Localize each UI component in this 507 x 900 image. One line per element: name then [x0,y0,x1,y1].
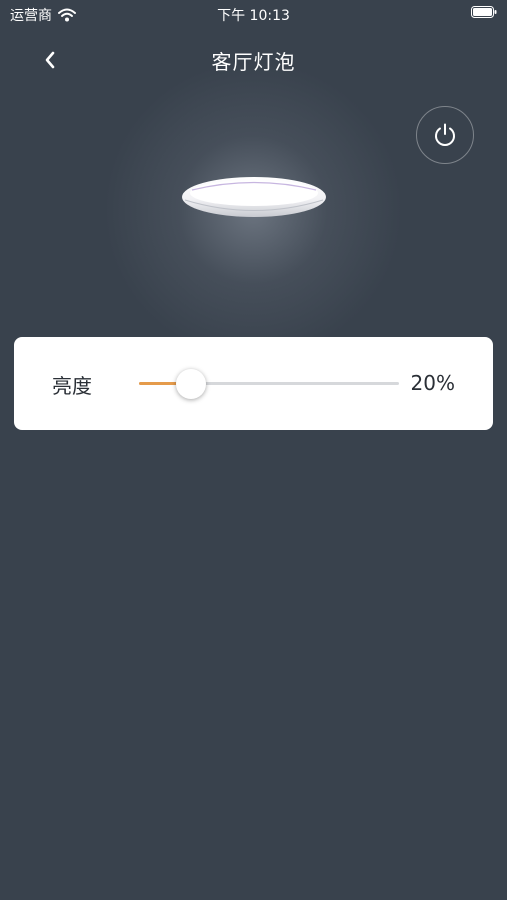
power-button[interactable] [416,106,474,164]
power-icon [435,123,455,146]
brightness-value: 20% [410,371,455,395]
ceiling-lamp-icon [182,177,326,217]
battery-icon [471,6,497,18]
slider-thumb[interactable] [176,369,206,399]
brightness-label: 亮度 [52,374,92,398]
brightness-slider[interactable] [139,367,399,401]
status-time: 下午 10:13 [217,8,290,24]
status-bar: 运营商 下午 10:13 [0,0,507,28]
brightness-card: 亮度 20% [14,337,493,430]
